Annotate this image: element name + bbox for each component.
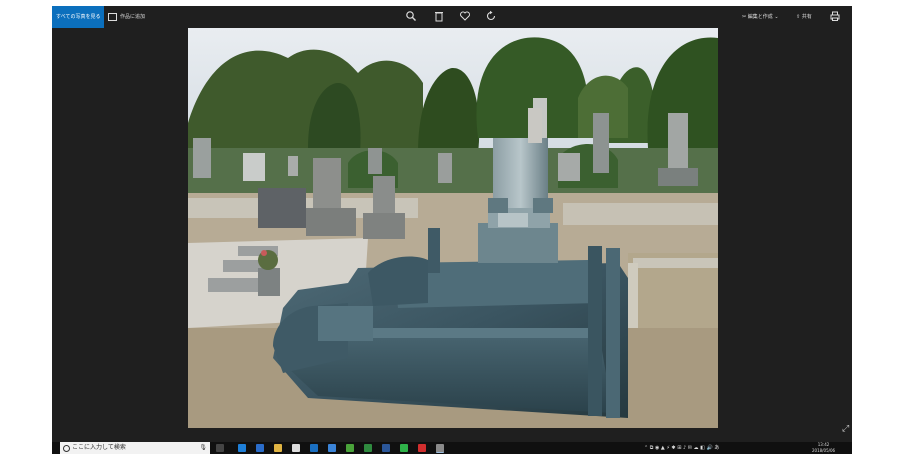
chevron-down-icon: ⌄ <box>772 14 779 20</box>
heart-icon[interactable] <box>458 10 472 24</box>
app-icon-green-2[interactable] <box>364 444 372 452</box>
all-photos-label: すべての写真を見る <box>56 14 101 20</box>
album-icon <box>108 12 117 21</box>
system-tray[interactable]: ⌃ ⧉ ◉ ▲ ⚡ ✱ ⊞ ♪ ✉ ☁ ◧ 🔊 あ <box>644 442 719 454</box>
share-button[interactable]: ⇪ 共有 <box>796 6 812 28</box>
print-icon[interactable] <box>828 10 842 24</box>
rotate-icon[interactable] <box>484 10 498 24</box>
toolbar: すべての写真を見る 作品に追加 ✂ 編集と作成 ⌄ ⇪ 共有 <box>52 6 852 28</box>
acrobat-icon[interactable] <box>418 444 426 452</box>
edit-create-label: 編集と作成 <box>747 14 773 20</box>
app-icon-green[interactable] <box>346 444 354 452</box>
add-to-creation-button[interactable]: 作品に追加 <box>108 6 145 28</box>
explorer-icon[interactable] <box>274 444 282 452</box>
store-icon[interactable] <box>292 444 300 452</box>
task-view-icon[interactable] <box>216 444 224 452</box>
share-label: 共有 <box>801 14 812 20</box>
mic-icon[interactable]: 🎙 <box>199 442 207 454</box>
clock[interactable]: 13:42 2018/05/06 <box>812 442 835 454</box>
ie-icon[interactable] <box>256 444 264 452</box>
photos-icon[interactable] <box>436 444 444 453</box>
edge-icon[interactable] <box>238 444 246 452</box>
delete-icon[interactable] <box>432 10 446 24</box>
mail-icon[interactable] <box>310 444 318 452</box>
grave-photo-image <box>188 28 718 428</box>
all-photos-button[interactable]: すべての写真を見る <box>52 6 104 28</box>
photo-app-window: すべての写真を見る 作品に追加 ✂ 編集と作成 ⌄ ⇪ 共有 ⤢ ここに入力して… <box>52 6 852 454</box>
line-icon[interactable] <box>400 444 408 452</box>
search-icon <box>63 445 70 452</box>
tray-icons: ⌃ ⧉ ◉ ▲ ⚡ ✱ ⊞ ♪ ✉ ☁ ◧ 🔊 あ <box>644 445 720 451</box>
taskbar: ここに入力して検索 🎙 ⌃ ⧉ ◉ ▲ ⚡ ✱ ⊞ ♪ ✉ ☁ ◧ 🔊 あ 13… <box>52 442 852 454</box>
taskbar-search[interactable]: ここに入力して検索 🎙 <box>60 442 210 454</box>
search-placeholder: ここに入力して検索 <box>72 444 126 451</box>
edit-create-button[interactable]: ✂ 編集と作成 ⌄ <box>742 6 779 28</box>
dropbox-icon[interactable] <box>328 444 336 452</box>
clock-date: 2018/05/06 <box>812 448 836 453</box>
grave-photo <box>188 28 718 428</box>
word-icon[interactable] <box>382 444 390 452</box>
expand-icon[interactable]: ⤢ <box>842 424 849 434</box>
add-to-creation-label: 作品に追加 <box>120 14 146 20</box>
zoom-icon[interactable] <box>404 10 418 24</box>
